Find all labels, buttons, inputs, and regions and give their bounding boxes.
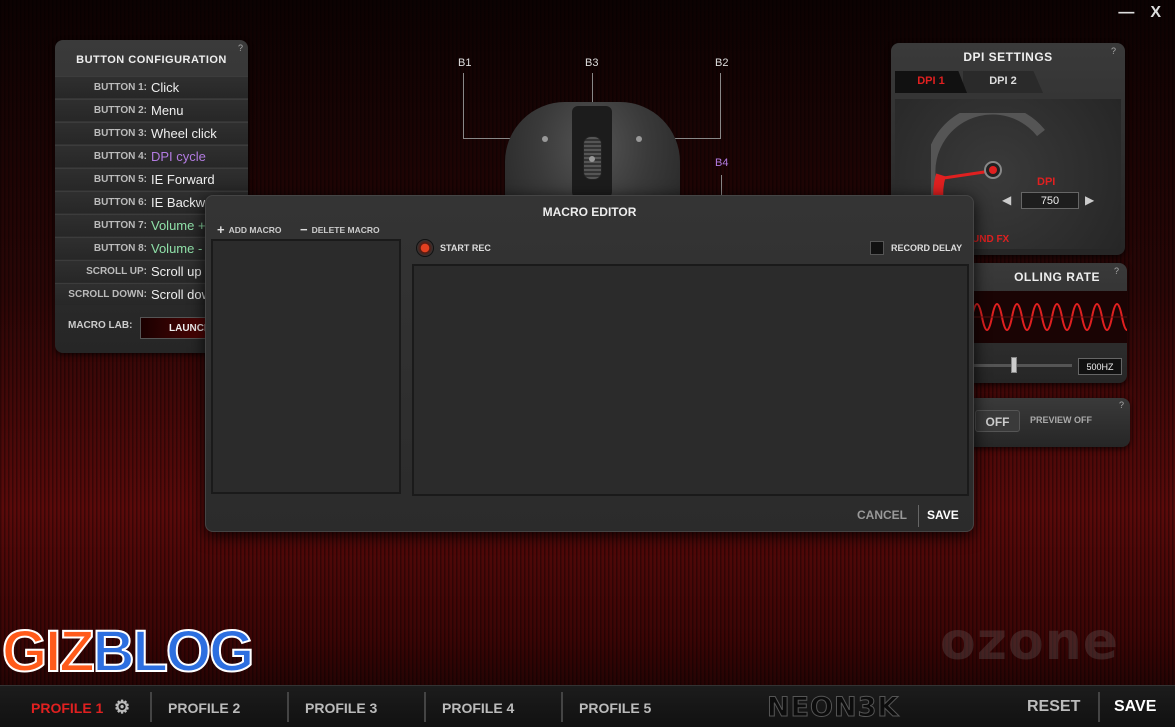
b3-hotspot[interactable] bbox=[589, 156, 595, 162]
reset-button[interactable]: RESET bbox=[1027, 698, 1080, 716]
ozone-logo: ozone bbox=[940, 612, 1120, 672]
button-row-5[interactable]: BUTTON 5: IE Forward bbox=[55, 168, 248, 190]
sound-fx-label: UND FX bbox=[972, 234, 1010, 245]
tab-divider bbox=[561, 692, 563, 722]
panel-title: DPI SETTINGS bbox=[963, 50, 1053, 64]
tab-profile-2[interactable]: PROFILE 2 bbox=[168, 700, 240, 716]
row-value: DPI cycle bbox=[151, 149, 206, 164]
b1-hotspot[interactable] bbox=[542, 136, 548, 142]
row-value: Wheel click bbox=[151, 126, 217, 141]
lighting-toggle[interactable]: OFF bbox=[975, 410, 1020, 432]
record-delay-checkbox[interactable] bbox=[870, 241, 884, 255]
help-icon[interactable]: ? bbox=[238, 43, 243, 53]
add-macro-label: ADD MACRO bbox=[228, 224, 282, 235]
button-row-4[interactable]: BUTTON 4: DPI cycle bbox=[55, 145, 248, 167]
help-icon[interactable]: ? bbox=[1114, 266, 1119, 276]
row-label: BUTTON 3: bbox=[93, 128, 147, 139]
tab-dpi-2[interactable]: DPI 2 bbox=[963, 71, 1043, 93]
polling-rate-slider-handle[interactable] bbox=[1011, 357, 1017, 373]
row-label: SCROLL DOWN: bbox=[68, 289, 147, 300]
row-label: BUTTON 7: bbox=[93, 220, 147, 231]
polling-rate-slider[interactable] bbox=[972, 364, 1072, 367]
profile-bar: PROFILE 1 ⚙ PROFILE 2 PROFILE 3 PROFILE … bbox=[0, 685, 1175, 727]
b1-label: B1 bbox=[458, 57, 472, 69]
add-macro-button[interactable]: + ADD MACRO bbox=[217, 222, 281, 237]
tab-divider bbox=[424, 692, 426, 722]
row-label: BUTTON 1: bbox=[93, 82, 147, 93]
macro-recording-area[interactable] bbox=[412, 264, 969, 496]
delete-macro-label: DELETE MACRO bbox=[311, 224, 380, 235]
tab-divider bbox=[150, 692, 152, 722]
panel-title: BUTTON CONFIGURATION bbox=[76, 54, 227, 66]
cancel-button[interactable]: CANCEL bbox=[857, 508, 907, 522]
window-controls: — X bbox=[1118, 4, 1161, 22]
gizblog-watermark: GIZBLOG bbox=[1, 619, 256, 684]
macro-lab-label: MACRO LAB: bbox=[68, 320, 133, 331]
b4-leader-line bbox=[721, 175, 722, 197]
save-profile-button[interactable]: SAVE bbox=[1114, 698, 1156, 716]
tab-profile-5[interactable]: PROFILE 5 bbox=[579, 700, 651, 716]
dpi-value-field[interactable]: 750 bbox=[1021, 192, 1079, 209]
tab-dpi-1[interactable]: DPI 1 bbox=[895, 71, 967, 93]
brand-logo: NEON3K bbox=[766, 692, 900, 724]
row-value: Volume - bbox=[151, 241, 203, 256]
minus-icon: − bbox=[300, 222, 308, 237]
button-row-3[interactable]: BUTTON 3: Wheel click bbox=[55, 122, 248, 144]
b2-hotspot[interactable] bbox=[636, 136, 642, 142]
row-value: IE Forward bbox=[151, 172, 215, 187]
row-label: SCROLL UP: bbox=[86, 266, 147, 277]
macro-list[interactable] bbox=[211, 239, 401, 494]
delete-macro-button[interactable]: − DELETE MACRO bbox=[300, 222, 380, 237]
tab-profile-3[interactable]: PROFILE 3 bbox=[305, 700, 377, 716]
button-row-1[interactable]: BUTTON 1: Click bbox=[55, 76, 248, 98]
watermark-part1: GIZ bbox=[1, 619, 96, 684]
button-divider bbox=[918, 505, 919, 527]
tab-profile-1[interactable]: PROFILE 1 bbox=[31, 700, 103, 716]
watermark-part2: BLOG bbox=[92, 619, 256, 684]
row-value: Menu bbox=[151, 103, 184, 118]
macro-editor-dialog: MACRO EDITOR + ADD MACRO − DELETE MACRO … bbox=[205, 195, 974, 532]
help-icon[interactable]: ? bbox=[1119, 400, 1124, 410]
lighting-panel: ? OFF PREVIEW OFF bbox=[950, 398, 1130, 447]
row-label: BUTTON 2: bbox=[93, 105, 147, 116]
row-label: BUTTON 6: bbox=[93, 197, 147, 208]
dpi-label: DPI bbox=[1037, 176, 1056, 188]
record-delay-label: RECORD DELAY bbox=[891, 243, 963, 253]
polling-rate-panel: ? OLLING RATE 500HZ bbox=[950, 263, 1127, 383]
b2-label: B2 bbox=[715, 57, 729, 69]
tab-divider bbox=[287, 692, 289, 722]
tab-divider bbox=[1098, 692, 1100, 722]
dpi-increase-icon[interactable]: ▶ bbox=[1085, 193, 1094, 207]
preview-label: PREVIEW OFF bbox=[1030, 415, 1093, 425]
row-value: Volume + bbox=[151, 218, 206, 233]
b3-label: B3 bbox=[585, 57, 599, 69]
row-label: BUTTON 5: bbox=[93, 174, 147, 185]
polling-rate-value: 500HZ bbox=[1078, 358, 1122, 375]
dpi-decrease-icon[interactable]: ◀ bbox=[1002, 193, 1011, 207]
b4-label: B4 bbox=[715, 157, 729, 169]
gear-icon[interactable]: ⚙ bbox=[114, 697, 130, 718]
tab-profile-4[interactable]: PROFILE 4 bbox=[442, 700, 514, 716]
row-label: BUTTON 4: bbox=[93, 151, 147, 162]
polling-waveform bbox=[972, 291, 1127, 343]
button-row-2[interactable]: BUTTON 2: Menu bbox=[55, 99, 248, 121]
row-value: Scroll up bbox=[151, 264, 202, 279]
row-label: BUTTON 8: bbox=[93, 243, 147, 254]
start-rec-label[interactable]: START REC bbox=[440, 243, 491, 253]
minimize-icon[interactable]: — bbox=[1118, 4, 1134, 22]
close-icon[interactable]: X bbox=[1150, 4, 1161, 22]
save-button[interactable]: SAVE bbox=[927, 508, 959, 522]
record-icon[interactable] bbox=[416, 239, 434, 257]
row-value: Click bbox=[151, 80, 180, 95]
dialog-title: MACRO EDITOR bbox=[542, 205, 637, 219]
plus-icon: + bbox=[217, 222, 225, 237]
